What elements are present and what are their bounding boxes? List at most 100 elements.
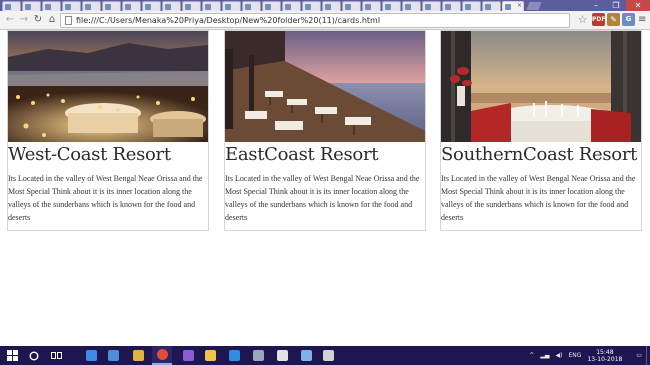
tab-favicon-icon bbox=[265, 4, 271, 10]
page-viewport: West-Coast Resort Its Located in the val… bbox=[0, 30, 650, 346]
close-window-button[interactable]: ✕ bbox=[626, 0, 650, 11]
tab-favicon-icon bbox=[365, 4, 371, 10]
menu-icon[interactable]: ≡ bbox=[638, 14, 646, 26]
tab-favicon-icon bbox=[505, 4, 511, 10]
tab[interactable] bbox=[102, 1, 121, 11]
file-explorer-icon[interactable] bbox=[128, 346, 148, 365]
tab[interactable] bbox=[62, 1, 81, 11]
tab-favicon-icon bbox=[105, 4, 111, 10]
tab[interactable] bbox=[82, 1, 101, 11]
tab[interactable] bbox=[162, 1, 181, 11]
tab[interactable] bbox=[482, 1, 501, 11]
language-indicator[interactable]: ENG bbox=[569, 352, 582, 359]
note-extension-icon[interactable]: ✎ bbox=[607, 13, 620, 26]
globe-extension-icon[interactable]: G bbox=[622, 13, 635, 26]
tab[interactable] bbox=[262, 1, 281, 11]
tab-favicon-icon bbox=[285, 4, 291, 10]
visual-studio-icon[interactable] bbox=[178, 346, 198, 365]
card-image-east-coast bbox=[225, 31, 425, 142]
tab[interactable] bbox=[242, 1, 261, 11]
tab[interactable] bbox=[362, 1, 381, 11]
pdf-extension-icon[interactable]: PDF bbox=[592, 13, 605, 26]
page-icon bbox=[65, 16, 72, 25]
tab-favicon-icon bbox=[345, 4, 351, 10]
tab-favicon-icon bbox=[425, 4, 431, 10]
clock[interactable]: 15:48 13-10-2018 bbox=[587, 349, 622, 363]
notifications-icon[interactable]: ▭ bbox=[636, 352, 642, 359]
notepad-icon[interactable] bbox=[296, 346, 316, 365]
image-viewer-icon[interactable] bbox=[318, 346, 338, 365]
edge-icon[interactable] bbox=[81, 346, 101, 365]
tab[interactable] bbox=[182, 1, 201, 11]
forward-button[interactable]: → bbox=[18, 14, 30, 26]
tab-favicon-icon bbox=[85, 4, 91, 10]
tab[interactable] bbox=[2, 1, 21, 11]
tab[interactable] bbox=[322, 1, 341, 11]
tab-favicon-icon bbox=[165, 4, 171, 10]
windows-start-icon[interactable] bbox=[3, 346, 21, 365]
tab-strip: × – ❐ ✕ bbox=[0, 0, 650, 11]
browser-toolbar: ← → ↻ ⌂ file:///C:/Users/Menaka%20Priya/… bbox=[0, 11, 650, 30]
volume-icon[interactable]: ◀) bbox=[556, 352, 563, 359]
tab-favicon-icon bbox=[485, 4, 491, 10]
star-icon[interactable]: ☆ bbox=[576, 13, 589, 26]
minimize-button[interactable]: – bbox=[586, 0, 606, 11]
tab-active[interactable]: × bbox=[502, 1, 524, 11]
card-southern-coast: SouthernCoast Resort Its Located in the … bbox=[440, 30, 642, 231]
vscode-icon[interactable] bbox=[224, 346, 244, 365]
tab[interactable] bbox=[42, 1, 61, 11]
task-view-icon[interactable] bbox=[47, 346, 65, 365]
mail-icon-glyph bbox=[276, 350, 288, 361]
store-icon[interactable] bbox=[103, 346, 123, 365]
file-explorer-icon-glyph bbox=[132, 350, 144, 361]
tray-arrow-icon[interactable]: ^ bbox=[529, 352, 534, 359]
chrome-icon-glyph bbox=[156, 349, 168, 360]
card-description: Its Located in the valley of West Bengal… bbox=[441, 174, 636, 222]
tab[interactable] bbox=[442, 1, 461, 11]
new-tab-button[interactable] bbox=[526, 2, 542, 10]
photos-icon-glyph bbox=[252, 350, 264, 361]
store-icon-glyph bbox=[107, 350, 119, 361]
tab[interactable] bbox=[302, 1, 321, 11]
tab[interactable] bbox=[222, 1, 241, 11]
tab[interactable] bbox=[462, 1, 481, 11]
folder-icon[interactable] bbox=[200, 346, 220, 365]
tab-favicon-icon bbox=[145, 4, 151, 10]
clock-date: 13-10-2018 bbox=[587, 355, 623, 363]
tab[interactable] bbox=[422, 1, 441, 11]
tab-favicon-icon bbox=[5, 4, 11, 10]
network-icon[interactable]: ▂▄ bbox=[540, 352, 549, 359]
visual-studio-icon-glyph bbox=[182, 350, 194, 361]
back-button[interactable]: ← bbox=[4, 14, 16, 26]
show-desktop-button[interactable] bbox=[646, 346, 650, 365]
home-button[interactable]: ⌂ bbox=[46, 14, 58, 26]
tab[interactable] bbox=[282, 1, 301, 11]
card-description: Its Located in the valley of West Bengal… bbox=[8, 174, 203, 222]
tab-favicon-icon bbox=[45, 4, 51, 10]
tab-favicon-icon bbox=[465, 4, 471, 10]
tab[interactable] bbox=[342, 1, 361, 11]
system-tray: ^ ▂▄ ◀) ENG 15:48 13-10-2018 ▭ bbox=[529, 346, 650, 365]
folder-icon-glyph bbox=[204, 350, 216, 361]
tab[interactable] bbox=[22, 1, 41, 11]
tab[interactable] bbox=[122, 1, 141, 11]
tab[interactable] bbox=[202, 1, 221, 11]
search-icon[interactable] bbox=[25, 346, 43, 365]
tab-favicon-icon bbox=[405, 4, 411, 10]
taskbar: ^ ▂▄ ◀) ENG 15:48 13-10-2018 ▭ bbox=[0, 346, 650, 365]
address-bar[interactable]: file:///C:/Users/Menaka%20Priya/Desktop/… bbox=[60, 13, 570, 28]
tab-favicon-icon bbox=[245, 4, 251, 10]
mail-icon[interactable] bbox=[272, 346, 292, 365]
tab-close-icon[interactable]: × bbox=[517, 2, 522, 10]
chrome-icon[interactable] bbox=[152, 346, 172, 365]
tab[interactable] bbox=[402, 1, 421, 11]
maximize-button[interactable]: ❐ bbox=[606, 0, 626, 11]
tab[interactable] bbox=[382, 1, 401, 11]
reload-button[interactable]: ↻ bbox=[32, 14, 44, 26]
tab[interactable] bbox=[142, 1, 161, 11]
url-text[interactable]: file:///C:/Users/Menaka%20Priya/Desktop/… bbox=[76, 15, 380, 27]
card-description: Its Located in the valley of West Bengal… bbox=[225, 174, 420, 222]
photos-icon[interactable] bbox=[248, 346, 268, 365]
card-west-coast: West-Coast Resort Its Located in the val… bbox=[7, 30, 209, 231]
tab-favicon-icon bbox=[65, 4, 71, 10]
